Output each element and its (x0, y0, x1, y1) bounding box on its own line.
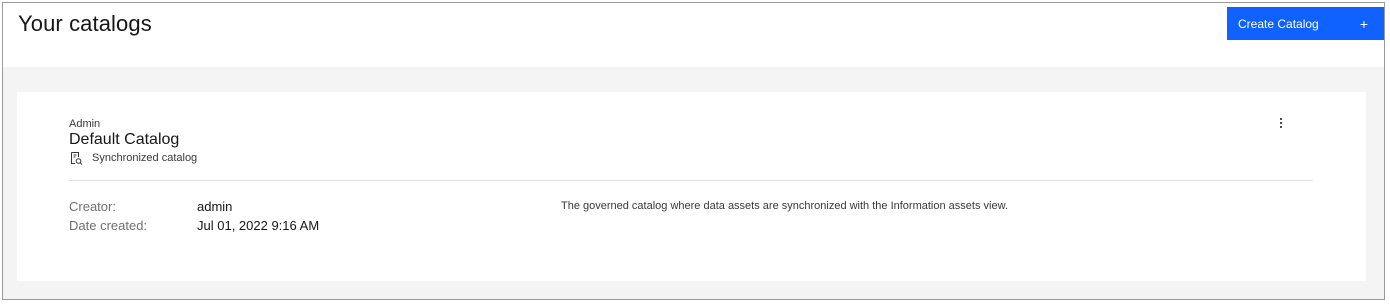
date-created-value: Jul 01, 2022 9:16 AM (197, 218, 320, 233)
catalog-owner: Admin (69, 118, 101, 130)
plus-icon: + (1359, 15, 1368, 32)
creator-value: admin (197, 199, 233, 214)
overflow-menu-button[interactable] (1273, 115, 1289, 131)
catalog-name[interactable]: Default Catalog (69, 131, 179, 149)
catalog-card[interactable]: Admin Default Catalog Synchronized catal… (17, 92, 1366, 281)
catalog-type-label: Synchronized catalog (92, 152, 198, 164)
catalog-list-area: Admin Default Catalog Synchronized catal… (3, 67, 1384, 299)
page-header: Your catalogs Create Catalog + (3, 3, 1384, 67)
create-catalog-button[interactable]: Create Catalog + (1227, 7, 1384, 40)
catalog-description: The governed catalog where data assets a… (561, 200, 1008, 212)
overflow-menu-icon (1280, 118, 1282, 128)
creator-label: Creator: (69, 199, 116, 214)
app-frame: Your catalogs Create Catalog + Admin Def… (2, 2, 1385, 300)
date-created-label: Date created: (69, 218, 148, 233)
card-divider (69, 180, 1313, 181)
catalog-type: Synchronized catalog (69, 151, 197, 165)
create-catalog-label: Create Catalog (1238, 16, 1319, 31)
page-title: Your catalogs (18, 11, 152, 36)
synchronized-catalog-icon (71, 152, 83, 165)
